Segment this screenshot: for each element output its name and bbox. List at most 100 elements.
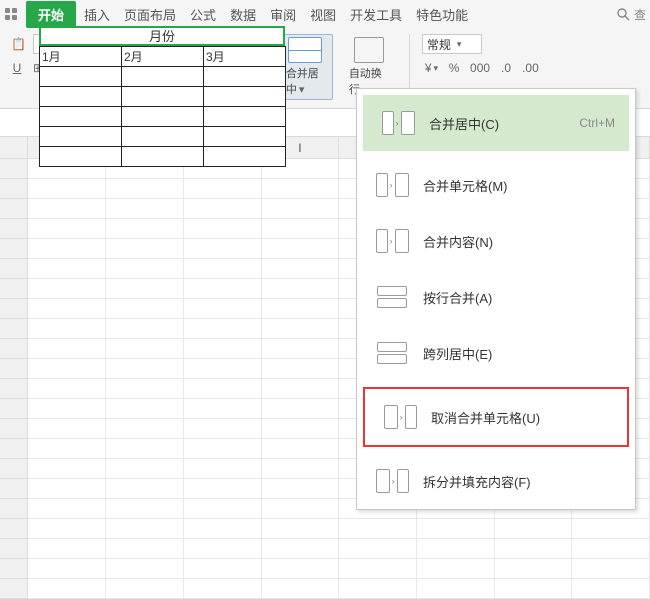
grid-cell[interactable] (184, 419, 262, 439)
grid-cell[interactable] (262, 439, 340, 459)
row-header[interactable] (0, 239, 28, 259)
grid-cell[interactable] (184, 379, 262, 399)
row-header[interactable] (0, 159, 28, 179)
grid-cell[interactable] (28, 539, 106, 559)
row-header[interactable] (0, 379, 28, 399)
row-header[interactable] (0, 359, 28, 379)
grid-cell[interactable] (262, 219, 340, 239)
grid-cell[interactable] (262, 519, 340, 539)
grid-cell[interactable] (106, 439, 184, 459)
grid-cell[interactable] (184, 479, 262, 499)
grid-cell[interactable] (106, 559, 184, 579)
grid-cell[interactable] (28, 219, 106, 239)
grid-cell[interactable] (28, 559, 106, 579)
grid-cell[interactable] (262, 399, 340, 419)
tab-view[interactable]: 视图 (304, 3, 342, 26)
grid-cell[interactable] (184, 439, 262, 459)
grid-cell[interactable] (184, 359, 262, 379)
grid-cell[interactable] (262, 499, 340, 519)
grid-cell[interactable] (417, 539, 495, 559)
grid-cell[interactable] (106, 379, 184, 399)
grid-cell[interactable] (572, 539, 650, 559)
grid-cell[interactable] (28, 519, 106, 539)
grid-cell[interactable] (262, 319, 340, 339)
grid-cell[interactable] (339, 559, 417, 579)
grid-cell[interactable] (262, 259, 340, 279)
tab-review[interactable]: 审阅 (264, 3, 302, 26)
grid-cell[interactable] (106, 419, 184, 439)
cell-month-3[interactable]: 3月 (204, 47, 286, 67)
grid-cell[interactable] (28, 419, 106, 439)
grid-cell[interactable] (262, 379, 340, 399)
grid-cell[interactable] (28, 259, 106, 279)
grid-cell[interactable] (262, 339, 340, 359)
grid-cell[interactable] (572, 579, 650, 599)
row-header[interactable] (0, 419, 28, 439)
number-format-select[interactable]: 常规▾ (422, 34, 482, 54)
grid-cell[interactable] (339, 539, 417, 559)
menu-split-fill[interactable]: › 拆分并填充内容(F) (357, 453, 635, 509)
tab-developer[interactable]: 开发工具 (344, 3, 408, 26)
grid-cell[interactable] (417, 559, 495, 579)
row-header[interactable] (0, 259, 28, 279)
grid-cell[interactable] (28, 579, 106, 599)
grid-cell[interactable] (106, 579, 184, 599)
grid-cell[interactable] (184, 199, 262, 219)
grid-cell[interactable] (28, 239, 106, 259)
grid-cell[interactable] (572, 559, 650, 579)
row-header[interactable] (0, 459, 28, 479)
menu-center-across[interactable]: 跨列居中(E) (357, 325, 635, 381)
grid-cell[interactable] (106, 179, 184, 199)
row-header[interactable] (0, 579, 28, 599)
grid-cell[interactable] (262, 419, 340, 439)
grid-cell[interactable] (28, 299, 106, 319)
grid-cell[interactable] (28, 459, 106, 479)
grid-cell[interactable] (184, 459, 262, 479)
grid-cell[interactable] (495, 539, 573, 559)
tab-special[interactable]: 特色功能 (410, 3, 474, 26)
apps-icon[interactable] (4, 7, 18, 21)
tab-formulas[interactable]: 公式 (184, 3, 222, 26)
row-header[interactable] (0, 499, 28, 519)
menu-unmerge[interactable]: › 取消合并单元格(U) (363, 387, 629, 447)
grid-cell[interactable] (28, 179, 106, 199)
grid-cell[interactable] (262, 179, 340, 199)
currency-icon[interactable]: ¥▾ (422, 58, 441, 78)
dec-inc-icon[interactable]: .0 (497, 58, 515, 78)
grid-cell[interactable] (106, 319, 184, 339)
grid-cell[interactable] (184, 519, 262, 539)
grid-cell[interactable] (106, 339, 184, 359)
grid-cell[interactable] (184, 179, 262, 199)
grid-cell[interactable] (106, 259, 184, 279)
menu-merge-content[interactable]: › 合并内容(N) (357, 213, 635, 269)
grid-cell[interactable] (184, 299, 262, 319)
grid-cell[interactable] (262, 579, 340, 599)
grid-cell[interactable] (417, 519, 495, 539)
grid-cell[interactable] (417, 579, 495, 599)
grid-cell[interactable] (184, 319, 262, 339)
grid-cell[interactable] (572, 519, 650, 539)
row-header[interactable] (0, 199, 28, 219)
grid-cell[interactable] (262, 239, 340, 259)
grid-cell[interactable] (262, 199, 340, 219)
select-all-corner[interactable] (0, 137, 28, 159)
grid-cell[interactable] (106, 359, 184, 379)
grid-cell[interactable] (28, 479, 106, 499)
dec-dec-icon[interactable]: .00 (519, 58, 542, 78)
grid-cell[interactable] (495, 519, 573, 539)
merged-cell-selection[interactable]: 月份 (39, 26, 285, 46)
grid-cell[interactable] (262, 359, 340, 379)
grid-cell[interactable] (184, 539, 262, 559)
menu-merge-center[interactable]: › 合并居中(C) Ctrl+M (363, 95, 629, 151)
grid-cell[interactable] (28, 439, 106, 459)
grid-cell[interactable] (106, 299, 184, 319)
grid-cell[interactable] (106, 499, 184, 519)
cell-month-1[interactable]: 1月 (40, 47, 122, 67)
grid-cell[interactable] (106, 239, 184, 259)
row-header[interactable] (0, 519, 28, 539)
grid-cell[interactable] (106, 539, 184, 559)
row-header[interactable] (0, 539, 28, 559)
grid-cell[interactable] (28, 499, 106, 519)
grid-cell[interactable] (184, 579, 262, 599)
grid-cell[interactable] (184, 339, 262, 359)
